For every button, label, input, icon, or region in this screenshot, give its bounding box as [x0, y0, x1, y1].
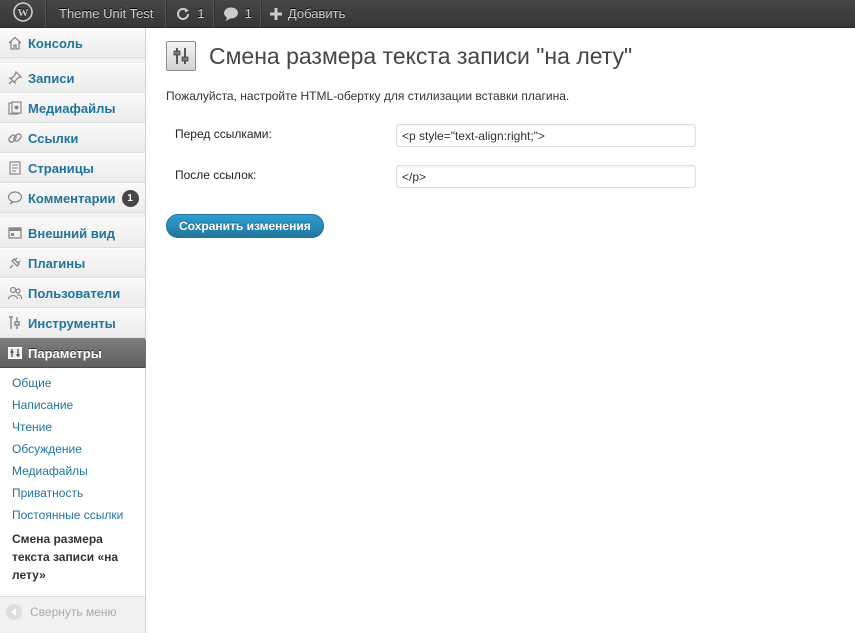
collapse-menu-button[interactable]: Свернуть меню — [0, 597, 145, 627]
sidebar-item-label: Консоль — [28, 35, 83, 51]
comments-count: 1 — [244, 6, 252, 21]
after-links-input[interactable] — [396, 165, 696, 188]
sidebar-item-label: Записи — [28, 70, 75, 86]
sidebar-item-label: Параметры — [28, 345, 102, 361]
link-icon — [6, 129, 24, 147]
submenu-permalinks[interactable]: Постоянные ссылки — [0, 504, 145, 526]
sidebar-item-posts[interactable]: Записи — [0, 63, 145, 93]
tools-icon — [6, 314, 24, 332]
page-icon — [6, 159, 24, 177]
before-links-input[interactable] — [396, 124, 696, 147]
settings-page-icon — [166, 41, 196, 71]
submenu-reading[interactable]: Чтение — [0, 416, 145, 438]
intro-text: Пожалуйста, настройте HTML-обертку для с… — [166, 89, 570, 103]
sidebar-item-label: Медиафайлы — [28, 100, 116, 116]
after-links-label: После ссылок: — [175, 168, 257, 182]
comments-link[interactable]: 1 — [213, 0, 261, 27]
refresh-icon — [175, 6, 191, 22]
sidebar-item-label: Плагины — [28, 255, 86, 271]
submenu-privacy[interactable]: Приватность — [0, 482, 145, 504]
sidebar-item-label: Страницы — [28, 160, 94, 176]
submenu-media[interactable]: Медиафайлы — [0, 460, 145, 482]
users-icon — [6, 284, 24, 302]
updates-link[interactable]: 1 — [166, 0, 214, 27]
sidebar-item-label: Инструменты — [28, 315, 116, 331]
media-icon — [6, 99, 24, 117]
sidebar-item-label: Комментарии — [28, 190, 116, 206]
sidebar-item-appearance[interactable]: Внешний вид — [0, 218, 145, 248]
sidebar-item-dashboard[interactable]: Консоль — [0, 28, 145, 58]
home-icon — [6, 34, 24, 52]
updates-count: 1 — [197, 6, 205, 21]
before-links-label: Перед ссылками: — [175, 127, 272, 141]
admin-sidebar: Консоль Записи Медиафайлы Ссылки Страниц… — [0, 28, 154, 633]
add-new-menu[interactable]: Добавить — [260, 0, 353, 27]
comments-badge: 1 — [121, 189, 139, 207]
page-title: Смена размера текста записи "на лету" — [209, 42, 633, 69]
collapse-menu-label: Свернуть меню — [30, 605, 117, 619]
sidebar-item-links[interactable]: Ссылки — [0, 123, 145, 153]
wordpress-logo-button[interactable]: W — [0, 0, 46, 27]
collapse-arrow-icon — [6, 604, 22, 620]
plus-icon — [269, 7, 282, 20]
site-name-link[interactable]: Theme Unit Test — [46, 0, 167, 27]
submenu-general[interactable]: Общие — [0, 372, 145, 394]
wordpress-logo-icon: W — [12, 2, 33, 25]
site-name-label: Theme Unit Test — [59, 6, 154, 21]
sidebar-item-label: Пользователи — [28, 285, 121, 301]
sidebar-item-label: Внешний вид — [28, 225, 115, 241]
plugin-icon — [6, 254, 24, 272]
sidebar-item-plugins[interactable]: Плагины — [0, 248, 145, 278]
settings-icon — [6, 344, 24, 362]
page-header: Смена размера текста записи "на лету" — [166, 41, 632, 71]
sidebar-item-pages[interactable]: Страницы — [0, 153, 145, 183]
sidebar-item-tools[interactable]: Инструменты — [0, 308, 145, 338]
submenu-discussion[interactable]: Обсуждение — [0, 438, 145, 460]
appearance-icon — [6, 224, 24, 242]
comment-icon — [6, 189, 24, 207]
sidebar-item-media[interactable]: Медиафайлы — [0, 93, 145, 123]
sidebar-item-settings[interactable]: Параметры — [0, 338, 154, 369]
add-new-label: Добавить — [287, 6, 346, 21]
submenu-writing[interactable]: Написание — [0, 394, 145, 416]
submenu-text-resize-plugin[interactable]: Смена размера текста записи «на лету» — [0, 526, 145, 588]
comment-bubble-icon — [223, 6, 239, 22]
save-changes-button[interactable]: Сохранить изменения — [166, 214, 324, 238]
pin-icon — [6, 69, 24, 87]
sidebar-item-label: Ссылки — [28, 130, 79, 146]
sidebar-item-users[interactable]: Пользователи — [0, 278, 145, 308]
admin-bar: W Theme Unit Test 1 1 Добавить — [0, 0, 855, 28]
sidebar-item-comments[interactable]: Комментарии 1 — [0, 183, 145, 213]
settings-submenu: Общие Написание Чтение Обсуждение Медиаф… — [0, 368, 145, 597]
svg-text:W: W — [17, 7, 28, 19]
main-content: Смена размера текста записи "на лету" По… — [146, 28, 855, 633]
